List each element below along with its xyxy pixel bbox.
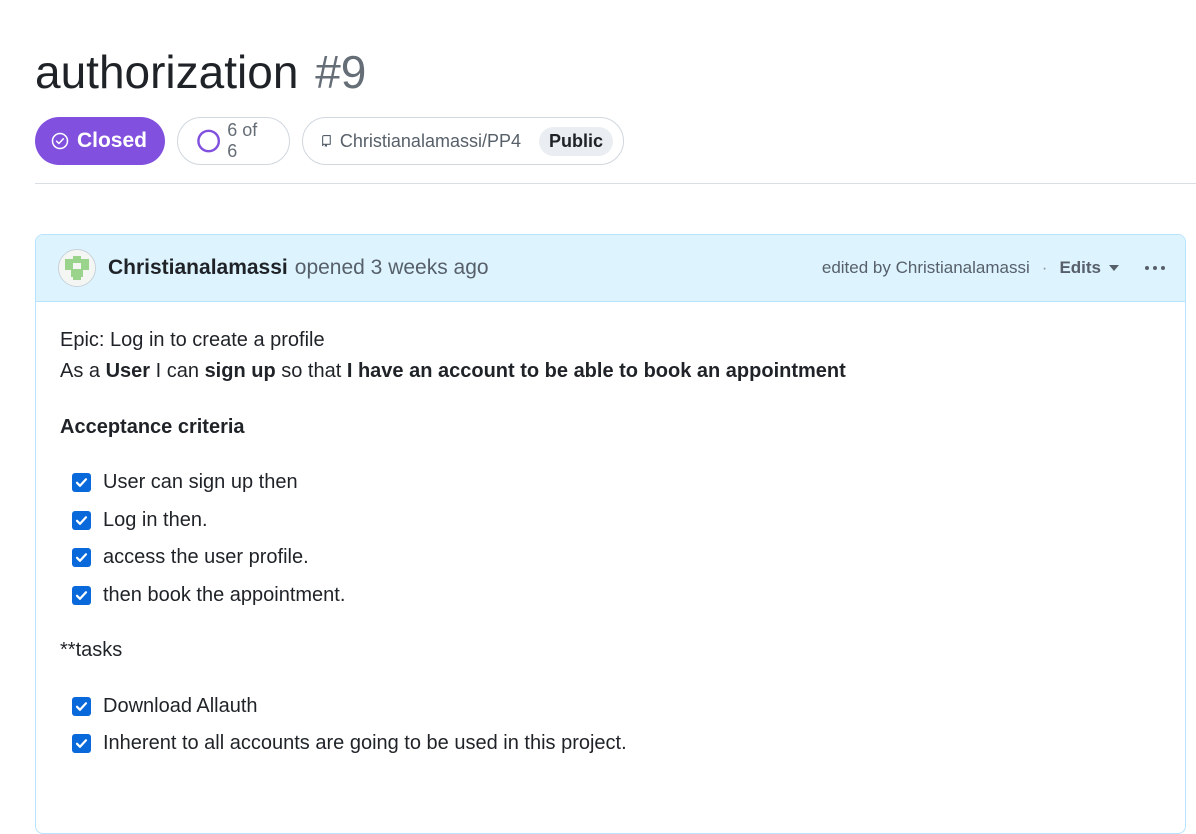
separator-dot: · <box>1041 258 1048 277</box>
kebab-menu-icon[interactable] <box>1145 266 1165 270</box>
task-checkbox[interactable] <box>72 586 91 605</box>
issue-number: #9 <box>315 46 367 98</box>
edits-label: Edits <box>1059 258 1101 277</box>
check-icon <box>75 739 88 748</box>
comment-header: Christianalamassi opened 3 weeks ago edi… <box>36 235 1185 302</box>
state-label: Closed <box>76 129 147 152</box>
task-checkbox[interactable] <box>72 548 91 567</box>
check-icon <box>75 702 88 711</box>
task-list-item: then book the appointment. <box>72 584 345 607</box>
visibility-badge: Public <box>538 126 613 156</box>
comment-author-link[interactable]: Christianalamassi <box>108 256 288 280</box>
task-list-item: Log in then. <box>72 509 208 532</box>
check-icon <box>75 553 88 562</box>
story-prefix: As a <box>60 360 101 382</box>
task-label: access the user profile. <box>103 546 309 568</box>
caret-down-icon <box>1109 265 1119 271</box>
check-icon <box>75 591 88 600</box>
edited-by-text: edited by Christianalamassi <box>821 258 1030 277</box>
repo-icon <box>322 135 331 147</box>
user-story: As a User I can sign up so that I have a… <box>60 360 846 383</box>
task-list-item: Download Allauth <box>72 695 258 718</box>
issue-title: authorization #9 <box>35 44 366 100</box>
check-icon <box>75 516 88 525</box>
acceptance-criteria-heading: Acceptance criteria <box>60 416 245 438</box>
task-label: then book the appointment. <box>103 584 346 606</box>
task-label: Inherent to all accounts are going to be… <box>103 732 627 754</box>
epic-text: Epic: Log in to create a profile <box>60 329 325 351</box>
issue-meta-row: Closed 6 of 6 Christianalamassi/PP4 Publ… <box>35 117 624 165</box>
closed-state-badge: Closed <box>35 117 165 165</box>
header-divider <box>35 183 1196 184</box>
task-label: Download Allauth <box>103 695 258 717</box>
task-list-item: Inherent to all accounts are going to be… <box>72 732 627 755</box>
task-list-item: User can sign up then <box>72 471 298 494</box>
avatar[interactable] <box>58 249 96 287</box>
issue-comment: Christianalamassi opened 3 weeks ago edi… <box>35 234 1186 834</box>
comment-header-actions: edited by Christianalamassi · Edits <box>822 235 1165 301</box>
task-checkbox[interactable] <box>72 697 91 716</box>
edits-dropdown-button[interactable]: Edits <box>1059 258 1119 278</box>
progress-circle-icon <box>197 129 221 153</box>
tasks-heading: **tasks <box>60 639 123 661</box>
issue-title-text: authorization <box>35 46 299 98</box>
repository-link[interactable]: Christianalamassi/PP4 Public <box>302 117 624 165</box>
story-goal: I have an account to be able to book an … <box>346 360 846 382</box>
check-icon <box>75 478 88 487</box>
comment-timestamp[interactable]: opened 3 weeks ago <box>295 256 489 280</box>
check-circle-icon <box>51 132 69 150</box>
repository-name: Christianalamassi/PP4 <box>339 130 521 151</box>
story-action: sign up <box>204 360 276 382</box>
task-label: Log in then. <box>103 509 208 531</box>
task-progress-button[interactable]: 6 of 6 <box>177 117 290 165</box>
task-checkbox[interactable] <box>72 734 91 753</box>
task-checkbox[interactable] <box>72 511 91 530</box>
story-can: I can <box>155 360 199 382</box>
task-checkbox[interactable] <box>72 473 91 492</box>
task-list-item: access the user profile. <box>72 546 309 569</box>
task-label: User can sign up then <box>103 471 298 493</box>
progress-label: 6 of 6 <box>227 120 258 161</box>
story-so: so that <box>281 360 342 382</box>
identicon-icon <box>59 250 95 286</box>
story-role: User <box>105 360 151 382</box>
